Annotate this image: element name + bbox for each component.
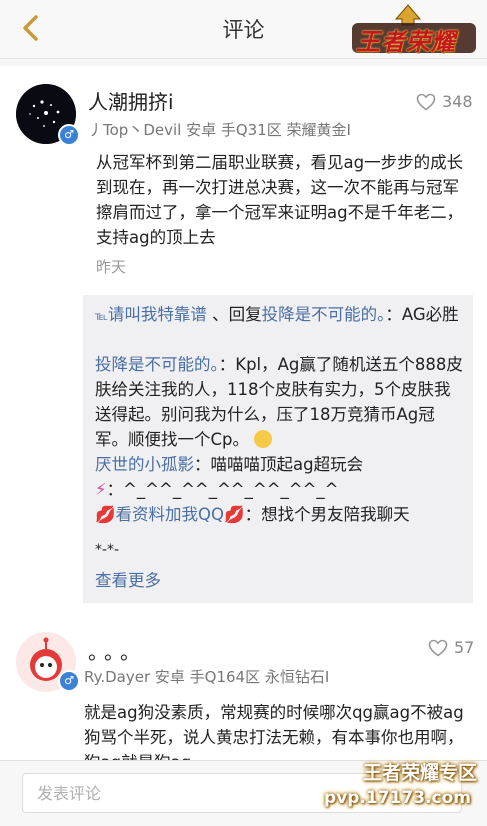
reply-target[interactable]: 投降是不可能的。 (262, 305, 386, 324)
reply-item: ⚡：^_^^_^^_^^_^^_^^_^ (95, 477, 463, 502)
reply-item: 厌世的小孤影：喵喵喵顶起ag超玩会 (95, 452, 463, 477)
reply-text: ：^_^^_^^_^^_^^_^^_^ (106, 480, 339, 499)
like-count: 348 (442, 92, 473, 111)
comment-card: ♂ 。。。 Ry.Dayer 安卓 手Q164区 永恒钻石I 57 就是ag狗没… (0, 622, 487, 772)
reply-author[interactable]: 请叫我特靠谱 (108, 305, 207, 324)
reply-item: *-*- (95, 538, 463, 563)
like-button[interactable]: 348 (416, 92, 473, 111)
username[interactable]: 。。。 (88, 636, 146, 665)
user-meta: 丿Top丶Devil 安卓 手Q31区 荣耀黄金I (88, 121, 351, 139)
comment-input[interactable] (22, 773, 462, 813)
reply-text: ：喵喵喵顶起ag超玩会 (194, 455, 364, 474)
reply-item: ℡请叫我特靠谱 、回复投降是不可能的。：AG必胜 (95, 302, 463, 329)
reply-author[interactable]: 投降是不可能的。 (95, 355, 219, 374)
male-badge-icon: ♂ (58, 124, 80, 146)
like-button[interactable]: 57 (428, 638, 474, 657)
reply-text: ：想找个男友陪我聊天 (244, 505, 410, 524)
like-count: 57 (454, 638, 475, 657)
user-meta: Ry.Dayer 安卓 手Q164区 永恒钻石I (84, 668, 330, 686)
lips-emoji-icon: 💋 (224, 505, 245, 524)
top-bar: 评论 王者荣耀 (0, 0, 487, 59)
game-logo: 王者荣耀 (348, 3, 480, 59)
reply-author[interactable]: 厌世的小孤影 (95, 455, 194, 474)
comment-input-bar (0, 760, 487, 826)
reply-item: 💋看资料加我QQ💋：想找个男友陪我聊天 (95, 502, 463, 527)
reply-prefix: ℡ (95, 309, 108, 323)
male-badge-icon: ♂ (58, 670, 80, 692)
reply-connector: 、回复 (212, 305, 262, 324)
comment-date: 昨天 (96, 258, 127, 276)
lips-emoji-icon: 💋 (95, 505, 116, 524)
replies-panel: ℡请叫我特靠谱 、回复投降是不可能的。：AG必胜 投降是不可能的。：Kpl，Ag… (83, 295, 473, 603)
heart-icon (428, 639, 448, 657)
reply-text: *-*- (95, 542, 120, 558)
see-more-link[interactable]: 查看更多 (95, 567, 161, 591)
smile-emoji-icon (254, 430, 273, 448)
reply-item: 投降是不可能的。：Kpl，Ag赢了随机送五个888皮肤给关注我的人，118个皮肤… (95, 352, 463, 452)
username[interactable]: 人潮拥挤i (88, 86, 174, 115)
reply-text: ：AG必胜 (385, 305, 459, 324)
comments-screen: 评论 王者荣耀 ♂ 人潮拥挤i 丿Top丶Devil 安卓 手Q31区 荣耀黄金… (0, 0, 487, 826)
reply-author[interactable]: 看资料加我QQ (116, 505, 224, 524)
comment-body: 从冠军杯到第二届职业联赛，看见ag一步步的成长到现在，再一次打进总决赛，这一次不… (96, 153, 464, 247)
heart-icon (416, 93, 436, 111)
sparkle-emoji-icon: ⚡ (95, 480, 107, 499)
logo-text: 王者荣耀 (356, 28, 456, 56)
